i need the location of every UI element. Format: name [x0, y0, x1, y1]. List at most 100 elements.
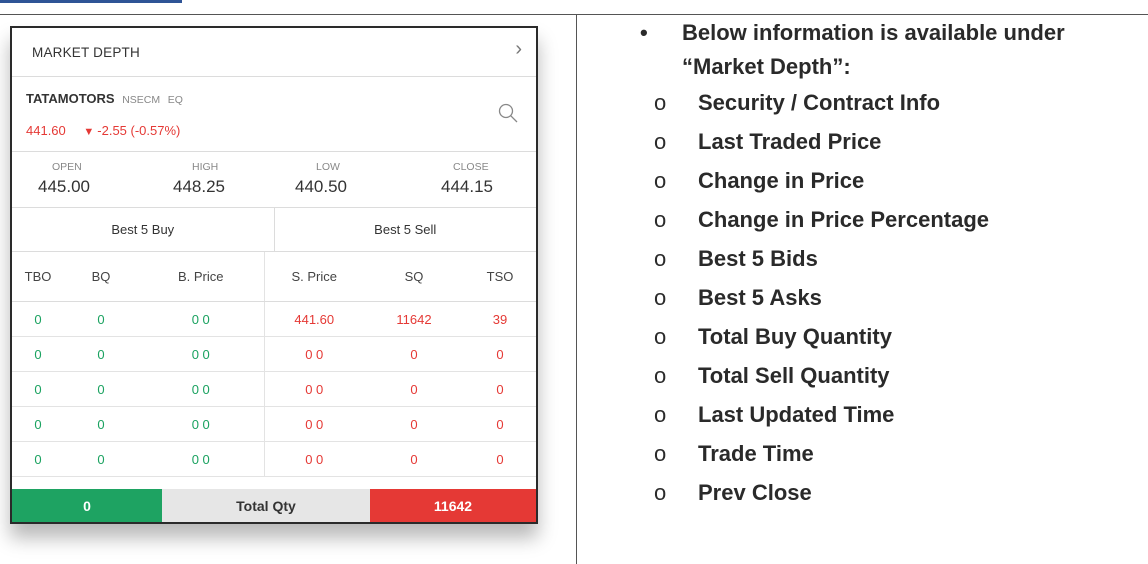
tbo-cell: 0	[12, 301, 64, 337]
b-price-cell: 0 0	[138, 406, 264, 442]
circle-bullet-icon: o	[654, 129, 667, 154]
list-item-text: Prev Close	[698, 480, 812, 505]
col-b-price: B. Price	[138, 252, 264, 302]
tso-cell: 0	[464, 371, 536, 407]
ohlc-open-label: OPEN	[52, 161, 82, 173]
triangle-down-icon: ▼	[83, 126, 95, 138]
list-item: o Security / Contract Info	[640, 86, 1140, 120]
circle-bullet-icon: o	[654, 246, 667, 271]
circle-bullet-icon: o	[654, 168, 667, 193]
tbo-cell: 0	[12, 371, 64, 407]
sq-cell: 0	[364, 441, 464, 477]
ohlc-low-value: 440.50	[295, 177, 347, 196]
search-icon[interactable]	[498, 103, 518, 123]
total-qty-label: Total Qty	[162, 489, 370, 522]
security-series: EQ	[167, 94, 183, 106]
tso-cell: 0	[464, 336, 536, 372]
security-name: TATAMOTORS NSECM EQ	[26, 91, 183, 106]
table-row: 0 0 0 0 441.60 11642 39	[12, 301, 536, 337]
best-five-header: Best 5 Buy Best 5 Sell	[12, 208, 536, 252]
bq-cell: 0	[64, 371, 138, 407]
table-column-divider	[576, 14, 577, 564]
list-item: o Total Buy Quantity	[640, 320, 1140, 354]
last-traded-price: 441.60	[26, 123, 66, 138]
info-list: • Below information is available under “…	[640, 16, 1140, 515]
security-info: TATAMOTORS NSECM EQ 441.60 ▼ -2.55 (-0.57…	[12, 77, 536, 152]
b-price-cell: 0 0	[138, 301, 264, 337]
sq-cell: 0	[364, 371, 464, 407]
list-item-text: Best 5 Asks	[698, 285, 822, 310]
list-item-text: Trade Time	[698, 441, 814, 466]
ohlc-close: CLOSE 444.15	[405, 152, 536, 207]
tso-cell: 0	[464, 441, 536, 477]
bq-cell: 0	[64, 336, 138, 372]
circle-bullet-icon: o	[654, 441, 667, 466]
s-price-cell: 0 0	[263, 371, 364, 407]
table-row: 0 0 0 0 0 0 0 0	[12, 371, 536, 407]
circle-bullet-icon: o	[654, 480, 667, 505]
bullet-intro: • Below information is available under “…	[640, 16, 1140, 84]
col-tso: TSO	[464, 252, 536, 302]
ohlc-strip: OPEN 445.00 HIGH 448.25 LOW 440.50 CLOSE…	[12, 152, 536, 208]
circle-bullet-icon: o	[654, 402, 667, 427]
s-price-cell: 0 0	[263, 441, 364, 477]
list-item-text: Security / Contract Info	[698, 90, 941, 115]
ohlc-close-label: CLOSE	[453, 161, 489, 173]
tbo-cell: 0	[12, 336, 64, 372]
list-item: o Prev Close	[640, 476, 1140, 510]
price-change-value: -2.55 (-0.57%)	[97, 123, 181, 138]
table-row: 0 0 0 0 0 0 0 0	[12, 441, 536, 477]
list-item: o Best 5 Bids	[640, 242, 1140, 276]
bullet-dot-icon: •	[640, 20, 648, 45]
list-item: o Change in Price	[640, 164, 1140, 198]
sub-bullet-list: o Security / Contract Info o Last Traded P…	[640, 86, 1140, 510]
bq-cell: 0	[64, 441, 138, 477]
col-sq: SQ	[364, 252, 464, 302]
market-depth-widget: MARKET DEPTH › TATAMOTORS NSECM EQ 441.6…	[10, 26, 538, 524]
col-s-price: S. Price	[263, 252, 364, 302]
tbo-cell: 0	[12, 441, 64, 477]
b-price-cell: 0 0	[138, 371, 264, 407]
sq-cell: 0	[364, 406, 464, 442]
tbo-cell: 0	[12, 406, 64, 442]
heading-underline-fragment	[0, 0, 182, 3]
ohlc-low: LOW 440.50	[274, 152, 405, 207]
security-symbol: TATAMOTORS	[26, 91, 115, 106]
chevron-right-icon[interactable]: ›	[515, 38, 522, 61]
col-tbo: TBO	[12, 252, 64, 302]
best-buy-label: Best 5 Buy	[12, 208, 275, 251]
ohlc-open: OPEN 445.00	[12, 152, 143, 207]
list-item: o Last Traded Price	[640, 125, 1140, 159]
widget-title: MARKET DEPTH	[32, 45, 140, 60]
table-top-border	[0, 14, 1148, 15]
list-item-text: Change in Price	[698, 168, 865, 193]
table-row: 0 0 0 0 0 0 0 0	[12, 406, 536, 442]
list-item: o Trade Time	[640, 437, 1140, 471]
list-item-text: Last Traded Price	[698, 129, 882, 154]
bq-cell: 0	[64, 301, 138, 337]
total-buy-qty: 0	[12, 489, 162, 522]
s-price-cell: 0 0	[263, 406, 364, 442]
depth-table: TBO BQ B. Price S. Price SQ TSO 0 0 0 0 …	[12, 252, 536, 477]
list-item: o Total Sell Quantity	[640, 359, 1140, 393]
security-segment: NSECM	[122, 94, 161, 106]
list-item-text: Best 5 Bids	[698, 246, 818, 271]
price-change: ▼ -2.55 (-0.57%)	[83, 123, 180, 138]
widget-header: MARKET DEPTH ›	[12, 28, 536, 77]
ohlc-close-value: 444.15	[441, 177, 493, 196]
ohlc-low-label: LOW	[316, 161, 340, 173]
list-item: o Last Updated Time	[640, 398, 1140, 432]
list-item-text: Total Sell Quantity	[698, 363, 890, 388]
best-sell-label: Best 5 Sell	[374, 222, 437, 237]
list-item: o Change in Price Percentage	[640, 203, 1140, 237]
bq-cell: 0	[64, 406, 138, 442]
circle-bullet-icon: o	[654, 363, 667, 388]
circle-bullet-icon: o	[654, 207, 667, 232]
s-price-cell: 0 0	[263, 336, 364, 372]
list-item-text: Total Buy Quantity	[698, 324, 892, 349]
intro-text: Below information is available under “Ma…	[682, 20, 1065, 79]
table-row: 0 0 0 0 0 0 0 0	[12, 336, 536, 372]
ohlc-high-label: HIGH	[192, 161, 219, 173]
totals-bar: 0 Total Qty 11642	[12, 489, 536, 522]
b-price-cell: 0 0	[138, 336, 264, 372]
